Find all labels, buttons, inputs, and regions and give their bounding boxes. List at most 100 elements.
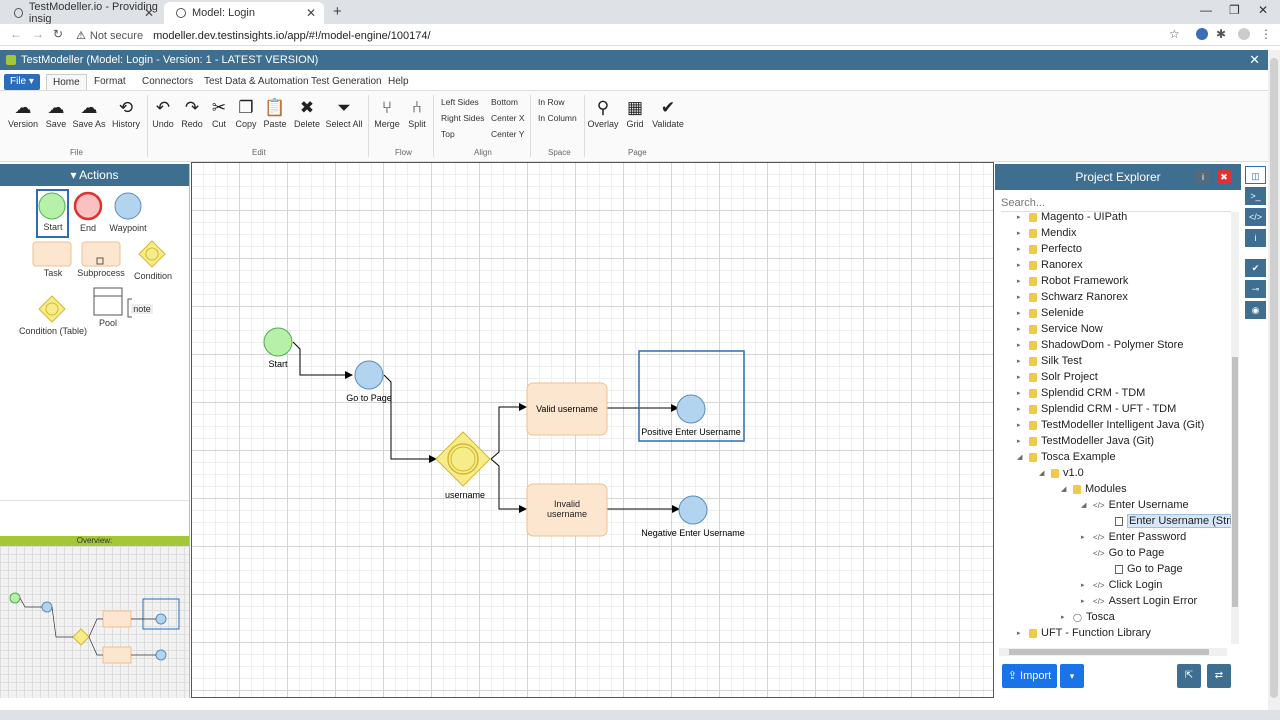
positive-enter-username-node[interactable] (676, 394, 706, 424)
tree-node[interactable]: ▸ Splendid CRM - TDM (1017, 385, 1145, 401)
end-shape-icon[interactable] (73, 191, 103, 221)
import-button[interactable]: ⇪ Import (1002, 664, 1057, 688)
expand-arrow-icon[interactable]: ▸ (1017, 421, 1027, 429)
expand-arrow-icon[interactable]: ▸ (1017, 373, 1027, 381)
menu-connectors[interactable]: Connectors (136, 74, 199, 90)
select-all-button[interactable]: ⏷ Select All (325, 97, 363, 129)
tree-node[interactable]: ▸ UFT - Function Library (1017, 625, 1151, 641)
subprocess-shape-icon[interactable] (81, 241, 121, 267)
tree-node[interactable]: ▸ Mendix (1017, 225, 1076, 241)
save-as-button[interactable]: ☁ Save As (72, 97, 106, 129)
tree-node[interactable]: ▸ Ranorex (1017, 257, 1083, 273)
expand-arrow-icon[interactable]: ▸ (1017, 261, 1027, 269)
overview-minimap[interactable] (0, 546, 189, 698)
menu-home[interactable]: Home (46, 74, 87, 90)
tree-node[interactable]: ▸ </> Click Login (1081, 577, 1162, 593)
pool-shape-icon[interactable] (93, 287, 123, 316)
menu-file[interactable]: File ▾ (4, 74, 40, 90)
tree-node[interactable]: ▸ Magento - UIPath (1017, 212, 1127, 225)
info-icon[interactable]: i (1245, 229, 1266, 247)
close-tab-icon[interactable]: ✕ (144, 6, 154, 20)
collapse-arrow-icon[interactable]: ◢ (1039, 469, 1049, 477)
tree-node[interactable]: ▸ Perfecto (1017, 241, 1082, 257)
tree-node[interactable]: ▸ ShadowDom - Polymer Store (1017, 337, 1183, 353)
explorer-search-input[interactable] (1001, 194, 1231, 212)
scrollbar-thumb[interactable] (1009, 649, 1209, 655)
close-tab-icon[interactable]: ✕ (306, 6, 316, 20)
expand-arrow-icon[interactable]: ▸ (1017, 277, 1027, 285)
menu-format[interactable]: Format (88, 74, 132, 90)
code-icon[interactable]: </> (1245, 208, 1266, 226)
expand-arrow-icon[interactable]: ▸ (1017, 229, 1027, 237)
tree-horizontal-scrollbar[interactable] (999, 648, 1227, 656)
align-bottom-button[interactable]: Bottom (491, 97, 518, 107)
tree-node[interactable]: ▸ Schwarz Ranorex (1017, 289, 1128, 305)
expand-arrow-icon[interactable]: ▸ (1017, 357, 1027, 365)
check-icon[interactable]: ✔ (1245, 259, 1266, 277)
task-shape-icon[interactable] (32, 241, 72, 267)
expand-arrow-icon[interactable]: ▸ (1017, 293, 1027, 301)
condition-shape-icon[interactable] (138, 240, 166, 268)
sync-icon[interactable]: ⇄ (1207, 664, 1231, 688)
expand-arrow-icon[interactable]: ▸ (1081, 581, 1091, 589)
profile-avatar[interactable] (1238, 28, 1250, 40)
align-top-button[interactable]: Top (441, 129, 455, 139)
expand-arrow-icon[interactable]: ▸ (1061, 613, 1071, 621)
layout-panel-icon[interactable]: ◫ (1245, 166, 1266, 184)
start-shape-icon[interactable] (38, 192, 66, 220)
url-field[interactable]: ⚠ Not secure modeller.dev.testinsights.i… (76, 27, 431, 44)
save-button[interactable]: ☁ Save (39, 97, 73, 129)
condition-table-shape-icon[interactable] (38, 295, 66, 323)
tree-node[interactable]: ◢ Modules (1061, 481, 1127, 497)
expand-arrow-icon[interactable]: ▸ (1017, 437, 1027, 445)
tree-node[interactable]: </> Go to Page (1081, 545, 1164, 561)
history-button[interactable]: ⟲ History (109, 97, 143, 129)
edge-username-to-valid[interactable] (490, 403, 527, 460)
tree-node[interactable]: ◢ </> Enter Username (1081, 497, 1189, 513)
tree-node[interactable]: ▸ Selenide (1017, 305, 1084, 321)
tree-node[interactable]: ◢ v1.0 (1039, 465, 1084, 481)
expand-arrow-icon[interactable]: ▸ (1017, 341, 1027, 349)
browser-tab-model-login[interactable]: Model: Login ✕ (164, 2, 324, 24)
extensions-puzzle-icon[interactable]: ✱ (1216, 27, 1226, 41)
scrollbar-thumb[interactable] (1232, 357, 1238, 607)
window-close-icon[interactable]: ✕ (1258, 3, 1268, 17)
pin-icon[interactable]: ⊸ (1245, 280, 1266, 298)
browser-tab-testmodeller[interactable]: TestModeller.io - Providing insig ✕ (2, 1, 162, 25)
space-in-row-button[interactable]: In Row (538, 97, 564, 107)
minimize-icon[interactable]: — (1200, 3, 1212, 17)
expand-arrow-icon[interactable]: ▸ (1081, 533, 1091, 541)
collapse-arrow-icon[interactable]: ◢ (1081, 501, 1091, 509)
tree-node[interactable]: ▸ Silk Test (1017, 353, 1082, 369)
paste-button[interactable]: 📋 Paste (258, 97, 292, 129)
negative-enter-username-node[interactable] (678, 495, 708, 525)
new-tab-icon[interactable]: + (333, 3, 342, 20)
model-canvas[interactable]: Start Go to Page username Valid username… (191, 162, 994, 698)
extension-icon[interactable] (1196, 28, 1208, 40)
version-button[interactable]: ☁ Version (6, 97, 40, 129)
collapse-arrow-icon[interactable]: ◢ (1017, 453, 1027, 461)
terminal-icon[interactable]: >_ (1245, 187, 1266, 205)
tree-node[interactable]: ▸ Service Now (1017, 321, 1103, 337)
delete-button[interactable]: ✖ Delete (290, 97, 324, 129)
split-button[interactable]: ⑃ Split (400, 97, 434, 129)
expand-arrow-icon[interactable]: ▸ (1017, 405, 1027, 413)
align-right-sides-button[interactable]: Right Sides (441, 113, 484, 123)
back-icon[interactable]: ← (10, 27, 22, 41)
start-node[interactable] (263, 327, 293, 357)
close-model-icon[interactable]: ✕ (1249, 52, 1260, 68)
expand-arrow-icon[interactable]: ▸ (1017, 309, 1027, 317)
import-dropdown-button[interactable]: ▾ (1060, 664, 1084, 688)
close-panel-icon[interactable]: ✖ (1217, 170, 1231, 184)
overlay-button[interactable]: ⚲ Overlay (586, 97, 620, 129)
grid-button[interactable]: ▦ Grid (618, 97, 652, 129)
menu-test-data-automation[interactable]: Test Data & Automation (198, 74, 315, 90)
bookmark-star-icon[interactable]: ☆ (1169, 27, 1180, 41)
browser-menu-icon[interactable]: ⋮ (1260, 27, 1272, 41)
info-icon[interactable]: i (1196, 170, 1210, 184)
tree-node[interactable]: ▸ Solr Project (1017, 369, 1098, 385)
open-external-icon[interactable]: ⇱ (1177, 664, 1201, 688)
expand-arrow-icon[interactable]: ▸ (1017, 245, 1027, 253)
align-center-x-button[interactable]: Center X (491, 113, 525, 123)
tree-node[interactable]: ▸ ◯ Tosca (1061, 609, 1115, 625)
